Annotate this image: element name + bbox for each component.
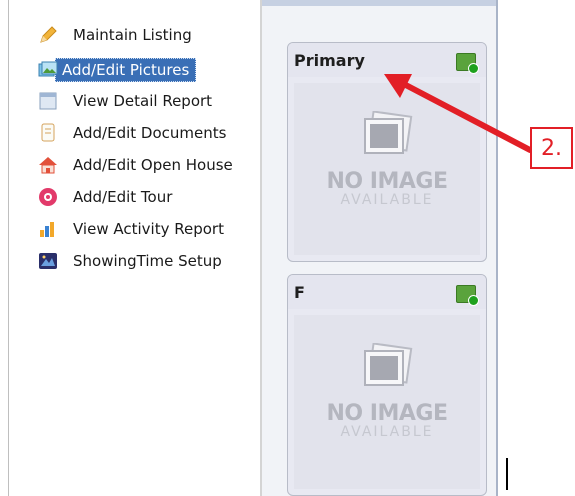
menu-item-add-edit-pictures[interactable]: Add/Edit Pictures bbox=[37, 57, 267, 83]
menu-item-maintain-listing[interactable]: Maintain Listing bbox=[37, 22, 267, 48]
add-photo-icon[interactable] bbox=[456, 285, 479, 306]
photo-slot-f[interactable]: F NO IMAGE AVAILABLE bbox=[287, 274, 487, 496]
menu-item-add-edit-open-house[interactable]: Add/Edit Open House bbox=[37, 152, 267, 178]
menu-item-view-activity-report[interactable]: View Activity Report bbox=[37, 216, 267, 242]
no-image-placeholder: NO IMAGE AVAILABLE bbox=[294, 343, 480, 440]
menu-item-label: Add/Edit Pictures bbox=[55, 58, 197, 82]
photo-placeholder-icon bbox=[364, 343, 413, 386]
menu-item-label: Maintain Listing bbox=[73, 26, 192, 44]
menu-item-add-edit-documents[interactable]: Add/Edit Documents bbox=[37, 120, 267, 146]
listing-actions-panel: Maintain Listing Add/Edit Pictures View … bbox=[8, 0, 261, 496]
menu-item-view-detail-report[interactable]: View Detail Report bbox=[37, 88, 267, 114]
photo-slot-title: F bbox=[294, 282, 305, 302]
text-cursor bbox=[506, 458, 508, 490]
photo-slot-header: F bbox=[288, 275, 486, 309]
menu-item-label: Add/Edit Tour bbox=[73, 188, 173, 206]
no-image-text: NO IMAGE bbox=[326, 401, 448, 426]
callout-step-box: 2. bbox=[530, 127, 573, 169]
tour-icon bbox=[37, 186, 59, 208]
showingtime-icon bbox=[37, 250, 59, 272]
activity-chart-icon bbox=[37, 218, 59, 240]
menu-item-add-edit-tour[interactable]: Add/Edit Tour bbox=[37, 184, 267, 210]
panel-top-bar bbox=[262, 0, 496, 6]
pictures-icon bbox=[37, 59, 59, 81]
menu-item-label: Add/Edit Open House bbox=[73, 156, 233, 174]
available-text: AVAILABLE bbox=[340, 424, 434, 440]
no-image-text: NO IMAGE bbox=[326, 169, 448, 194]
menu-item-label: ShowingTime Setup bbox=[73, 252, 222, 270]
photo-slot-body: NO IMAGE AVAILABLE bbox=[294, 315, 480, 489]
menu-item-label: View Activity Report bbox=[73, 220, 224, 238]
callout-step-label: 2. bbox=[541, 135, 562, 161]
open-house-icon bbox=[37, 154, 59, 176]
document-icon bbox=[37, 122, 59, 144]
menu-item-showingtime-setup[interactable]: ShowingTime Setup bbox=[37, 248, 267, 274]
report-icon bbox=[37, 90, 59, 112]
menu-item-label: View Detail Report bbox=[73, 92, 213, 110]
photo-slot-title: Primary bbox=[294, 50, 365, 70]
pencil-icon bbox=[37, 24, 59, 46]
callout-arrow bbox=[384, 74, 533, 153]
menu-item-label: Add/Edit Documents bbox=[73, 124, 227, 142]
available-text: AVAILABLE bbox=[340, 192, 434, 208]
